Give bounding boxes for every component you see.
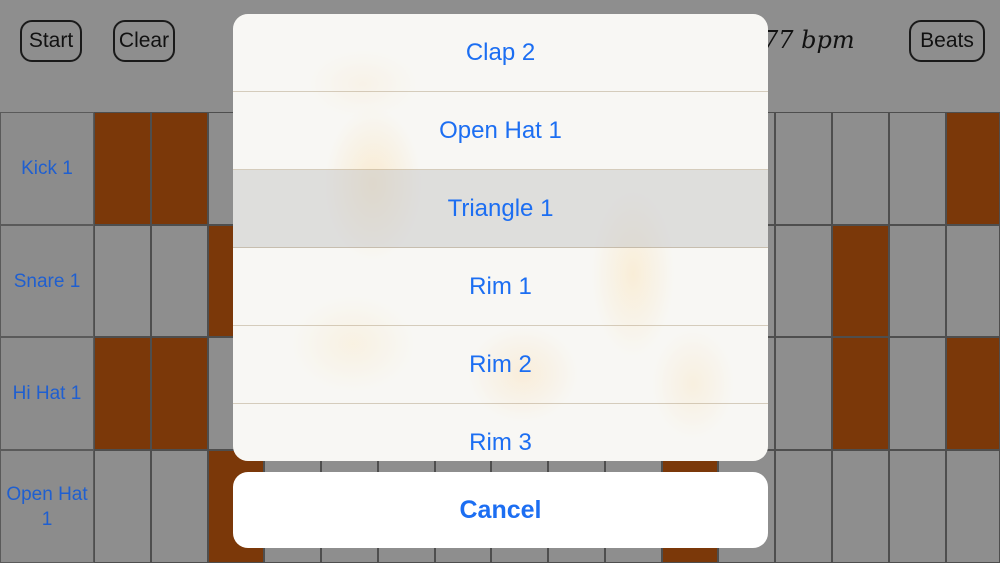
start-button[interactable]: Start <box>20 20 82 62</box>
step-cell[interactable] <box>946 450 1000 563</box>
step-cell[interactable] <box>832 337 889 450</box>
step-cell[interactable] <box>94 450 151 563</box>
sound-option[interactable]: Rim 2 <box>233 326 768 404</box>
step-cell[interactable] <box>832 450 889 563</box>
step-cell[interactable] <box>775 225 832 337</box>
sound-picker-sheet: Clap 2 Open Hat 1 Triangle 1 Rim 1 Rim 2 Rim … <box>233 14 768 461</box>
step-cell[interactable] <box>94 337 151 450</box>
track-label[interactable]: Snare 1 <box>0 225 94 337</box>
clear-button[interactable]: Clear <box>113 20 175 62</box>
cancel-button[interactable]: Cancel <box>233 472 768 548</box>
step-cell[interactable] <box>775 450 832 563</box>
step-cell[interactable] <box>775 112 832 225</box>
step-cell[interactable] <box>832 225 889 337</box>
tempo-label[interactable]: 77 bpm <box>763 26 855 54</box>
step-cell[interactable] <box>889 337 946 450</box>
sound-option[interactable]: Rim 1 <box>233 248 768 326</box>
step-cell[interactable] <box>151 450 208 563</box>
step-cell[interactable] <box>889 450 946 563</box>
step-cell[interactable] <box>946 225 1000 337</box>
step-cell[interactable] <box>832 112 889 225</box>
sound-option[interactable]: Triangle 1 <box>233 170 768 248</box>
step-cell[interactable] <box>151 337 208 450</box>
sound-option[interactable]: Open Hat 1 <box>233 92 768 170</box>
sound-option[interactable]: Clap 2 <box>233 14 768 92</box>
step-cell[interactable] <box>94 225 151 337</box>
step-cell[interactable] <box>775 337 832 450</box>
track-label[interactable]: Open Hat 1 <box>0 450 94 563</box>
sound-option[interactable]: Rim 3 <box>233 404 768 461</box>
step-cell[interactable] <box>889 112 946 225</box>
step-cell[interactable] <box>151 225 208 337</box>
beats-button[interactable]: Beats <box>909 20 985 62</box>
track-label[interactable]: Kick 1 <box>0 112 94 225</box>
step-cell[interactable] <box>889 225 946 337</box>
step-cell[interactable] <box>94 112 151 225</box>
step-cell[interactable] <box>946 112 1000 225</box>
step-cell[interactable] <box>151 112 208 225</box>
track-label[interactable]: Hi Hat 1 <box>0 337 94 450</box>
step-cell[interactable] <box>946 337 1000 450</box>
